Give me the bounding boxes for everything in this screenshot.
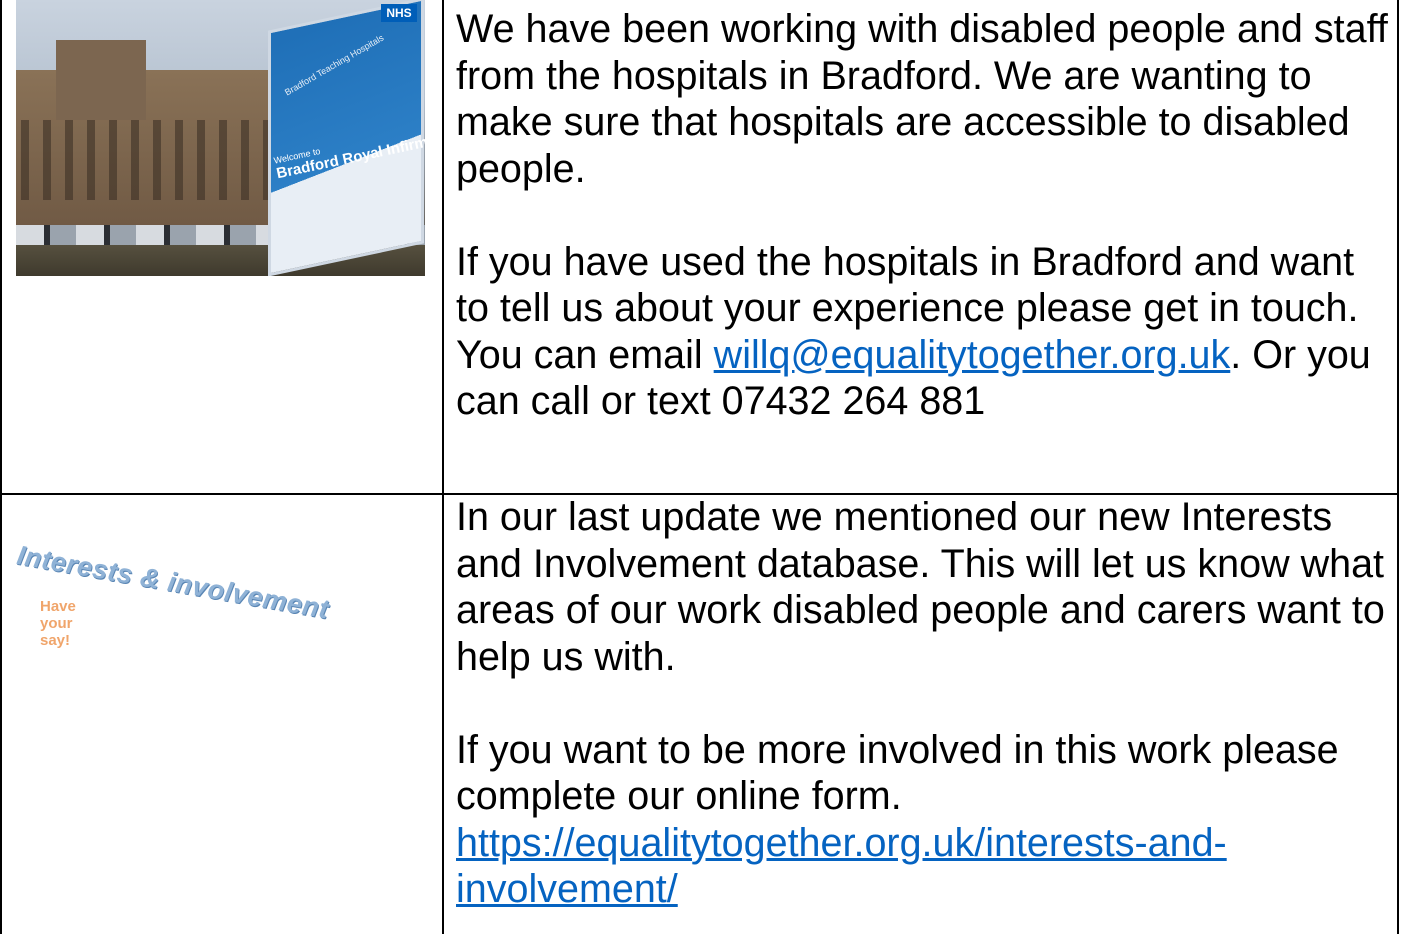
row-2-link-paragraph: https://equalitytogether.org.uk/interest… xyxy=(456,820,1391,913)
interests-form-link[interactable]: https://equalitytogether.org.uk/interest… xyxy=(456,821,1227,912)
hospital-photo: NHS Bradford Teaching Hospitals Welcome … xyxy=(16,0,425,276)
row-2-paragraph-2: If you want to be more involved in this … xyxy=(456,727,1339,819)
row-1-paragraph-1: We have been working with disabled peopl… xyxy=(456,7,1388,191)
nhs-badge: NHS xyxy=(381,4,417,22)
row-2-text: In our last update we mentioned our new … xyxy=(456,494,1391,913)
row-2-paragraph-1: In our last update we mentioned our new … xyxy=(456,495,1385,679)
table-column-divider xyxy=(442,0,444,934)
row-1-text: We have been working with disabled peopl… xyxy=(456,6,1391,425)
logo-subtitle: Have your say! xyxy=(40,598,76,649)
table-right-border xyxy=(1397,0,1399,934)
building-tower-shape xyxy=(56,40,146,120)
table-left-border xyxy=(0,0,2,934)
email-link[interactable]: willq@equalitytogether.org.uk xyxy=(714,333,1231,377)
row-1-paragraph-2: If you have used the hospitals in Bradfo… xyxy=(456,239,1391,425)
